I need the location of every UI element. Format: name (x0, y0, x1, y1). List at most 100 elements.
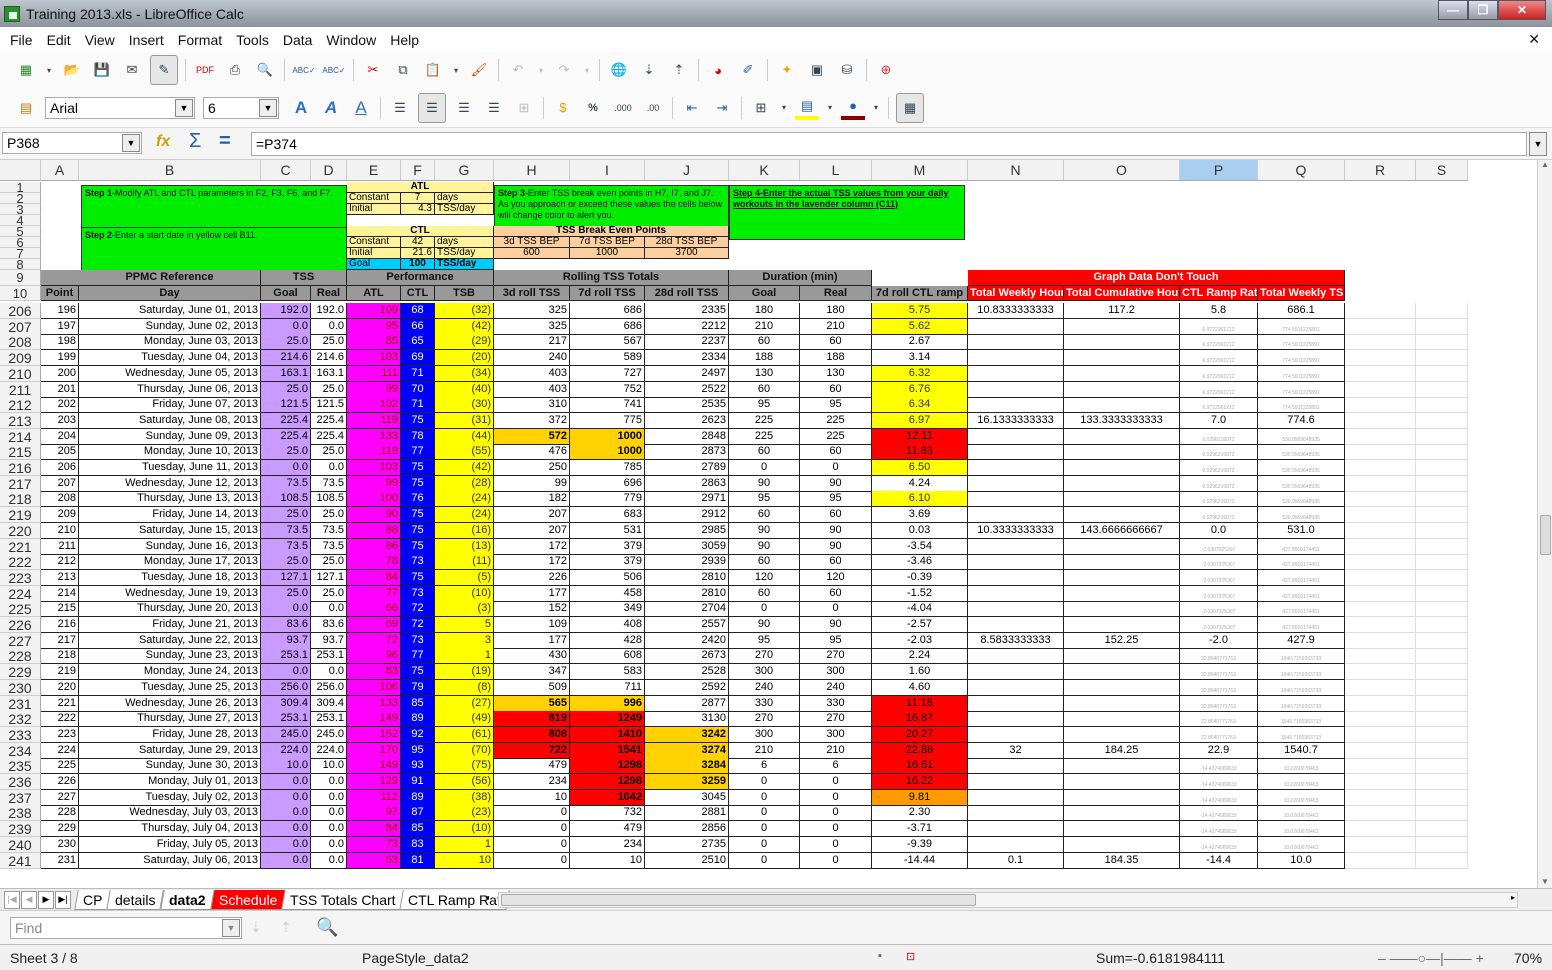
menu-help[interactable]: Help (390, 32, 419, 48)
atl-cell[interactable]: 88 (347, 523, 401, 539)
empty-cell[interactable] (1345, 366, 1416, 382)
duration-real-cell[interactable]: 90 (800, 539, 872, 555)
ctl-ramp-rate-cell[interactable]: 0.0296216072 (1180, 476, 1258, 492)
tsb-cell[interactable]: 1 (435, 837, 494, 853)
roll7-cell[interactable]: 458 (570, 586, 645, 602)
borders-icon[interactable]: ⊞ (749, 96, 773, 120)
weekly-hours-cell[interactable]: 10.3333333333 (968, 523, 1064, 539)
menu-file[interactable]: File (10, 32, 33, 48)
roll28-cell[interactable]: 2789 (645, 460, 729, 476)
empty-cell[interactable] (1416, 334, 1468, 350)
row-header[interactable]: 231 (0, 696, 41, 712)
roll7-cell[interactable]: 531 (570, 523, 645, 539)
duration-real-cell[interactable]: 300 (800, 727, 872, 743)
cumulative-hours-cell[interactable] (1064, 554, 1180, 570)
merge-cells-icon[interactable]: ⊞ (512, 96, 536, 120)
sheet-tab-tss-totals-chart[interactable]: TSS Totals Chart (281, 889, 405, 910)
roll7-cell[interactable]: 775 (570, 413, 645, 429)
duration-real-cell[interactable]: 210 (800, 743, 872, 759)
empty-cell[interactable] (1345, 696, 1416, 712)
ctl-ramp-rate-cell[interactable]: 6.9722961212 (1180, 334, 1258, 350)
roll7-cell[interactable]: 589 (570, 350, 645, 366)
roll28-cell[interactable]: 2704 (645, 601, 729, 617)
roll28-cell[interactable]: 2673 (645, 648, 729, 664)
sheet-tab-data2[interactable]: data2 (160, 889, 215, 910)
weekly-hours-cell[interactable] (968, 664, 1064, 680)
cumulative-hours-cell[interactable]: 117.2 (1064, 303, 1180, 319)
weekly-tss-cell[interactable]: 530.9569648935 (1258, 429, 1345, 445)
weekly-tss-cell[interactable]: 10.0260078463 (1258, 758, 1345, 774)
cumulative-hours-cell[interactable] (1064, 570, 1180, 586)
find-replace-icon[interactable]: 🔍 (316, 917, 338, 938)
duration-goal-cell[interactable]: 270 (729, 648, 800, 664)
point-cell[interactable]: 228 (41, 805, 79, 821)
row-header[interactable]: 222 (0, 554, 41, 570)
row-header[interactable]: 208 (0, 334, 41, 350)
ctl-ramp-cell[interactable]: -3.54 (872, 539, 968, 555)
menu-edit[interactable]: Edit (47, 32, 71, 48)
ctl-cell[interactable]: 91 (401, 774, 435, 790)
duration-goal-cell[interactable]: 270 (729, 711, 800, 727)
font-color-icon[interactable]: ● (841, 96, 865, 120)
empty-cell[interactable] (1416, 837, 1468, 853)
duration-goal-cell[interactable]: 130 (729, 366, 800, 382)
point-cell[interactable]: 208 (41, 491, 79, 507)
tsb-cell[interactable]: (32) (435, 303, 494, 319)
tss-goal-cell[interactable]: 108.5 (261, 491, 311, 507)
roll3-cell[interactable]: 172 (494, 539, 570, 555)
atl-cell[interactable]: 170 (347, 743, 401, 759)
day-cell[interactable]: Saturday, June 08, 2013 (79, 413, 261, 429)
roll28-cell[interactable]: 2856 (645, 821, 729, 837)
empty-cell[interactable] (1416, 790, 1468, 806)
tss-real-cell[interactable]: 0.0 (311, 821, 347, 837)
column-title[interactable]: CTL Ramp Rate (1180, 286, 1258, 301)
roll7-cell[interactable]: 349 (570, 601, 645, 617)
font-color-dropdown-icon[interactable]: ▾ (871, 96, 881, 120)
duration-goal-cell[interactable]: 0 (729, 460, 800, 476)
weekly-tss-cell[interactable]: 427.8916174451 (1258, 601, 1345, 617)
row-header[interactable]: 232 (0, 711, 41, 727)
roll28-cell[interactable]: 2510 (645, 853, 729, 869)
weekly-hours-cell[interactable] (968, 586, 1064, 602)
tss-goal-cell[interactable]: 73.5 (261, 476, 311, 492)
spellcheck-icon[interactable]: ABC✓ (292, 58, 316, 82)
weekly-tss-cell[interactable]: 774.5911225891 (1258, 319, 1345, 335)
roll28-cell[interactable]: 2912 (645, 507, 729, 523)
tss-goal-cell[interactable]: 25.0 (261, 334, 311, 350)
vertical-scrollbar[interactable]: ▲ ▼ (1537, 160, 1552, 888)
roll3-cell[interactable]: 172 (494, 554, 570, 570)
atl-cell[interactable]: 72 (347, 633, 401, 649)
tss-goal-cell[interactable]: 253.1 (261, 648, 311, 664)
roll7-cell[interactable]: 567 (570, 334, 645, 350)
weekly-tss-cell[interactable]: 774.6 (1258, 413, 1345, 429)
empty-cell[interactable] (1416, 507, 1468, 523)
empty-cell[interactable] (1345, 586, 1416, 602)
sheet-tab-ctl-ramp-rate[interactable]: CTL Ramp Rat (399, 889, 511, 910)
atl-cell[interactable]: 129 (347, 774, 401, 790)
duration-real-cell[interactable]: 300 (800, 664, 872, 680)
roll3-cell[interactable]: 0 (494, 837, 570, 853)
duration-goal-cell[interactable]: 0 (729, 805, 800, 821)
print-icon[interactable]: ⎙ (223, 58, 247, 82)
column-header-m[interactable]: M (872, 160, 968, 181)
ctl-ramp-rate-cell[interactable]: -2.0307325307 (1180, 601, 1258, 617)
ctl-ramp-rate-cell[interactable]: 6.9722961212 (1180, 319, 1258, 335)
empty-cell[interactable] (1345, 460, 1416, 476)
tss-goal-cell[interactable]: 192.0 (261, 303, 311, 319)
duration-goal-cell[interactable]: 225 (729, 413, 800, 429)
row-header[interactable]: 8 (0, 258, 41, 271)
atl-cell[interactable]: 86 (347, 539, 401, 555)
scroll-thumb[interactable] (1540, 515, 1551, 555)
scroll-down-icon[interactable]: ▼ (1541, 877, 1549, 886)
ctl-cell[interactable]: 89 (401, 711, 435, 727)
ctl-unit[interactable]: days (435, 237, 494, 248)
weekly-tss-cell[interactable]: 1540.7150363733 (1258, 648, 1345, 664)
point-cell[interactable]: 223 (41, 727, 79, 743)
column-header-h[interactable]: H (494, 160, 570, 181)
tss-real-cell[interactable]: 256.0 (311, 680, 347, 696)
tsb-cell[interactable]: (28) (435, 476, 494, 492)
sort-ascending-icon[interactable]: ⇣ (637, 58, 661, 82)
empty-cell[interactable] (1345, 523, 1416, 539)
ctl-goal-label[interactable]: Goal (347, 259, 401, 270)
day-cell[interactable]: Friday, June 28, 2013 (79, 727, 261, 743)
